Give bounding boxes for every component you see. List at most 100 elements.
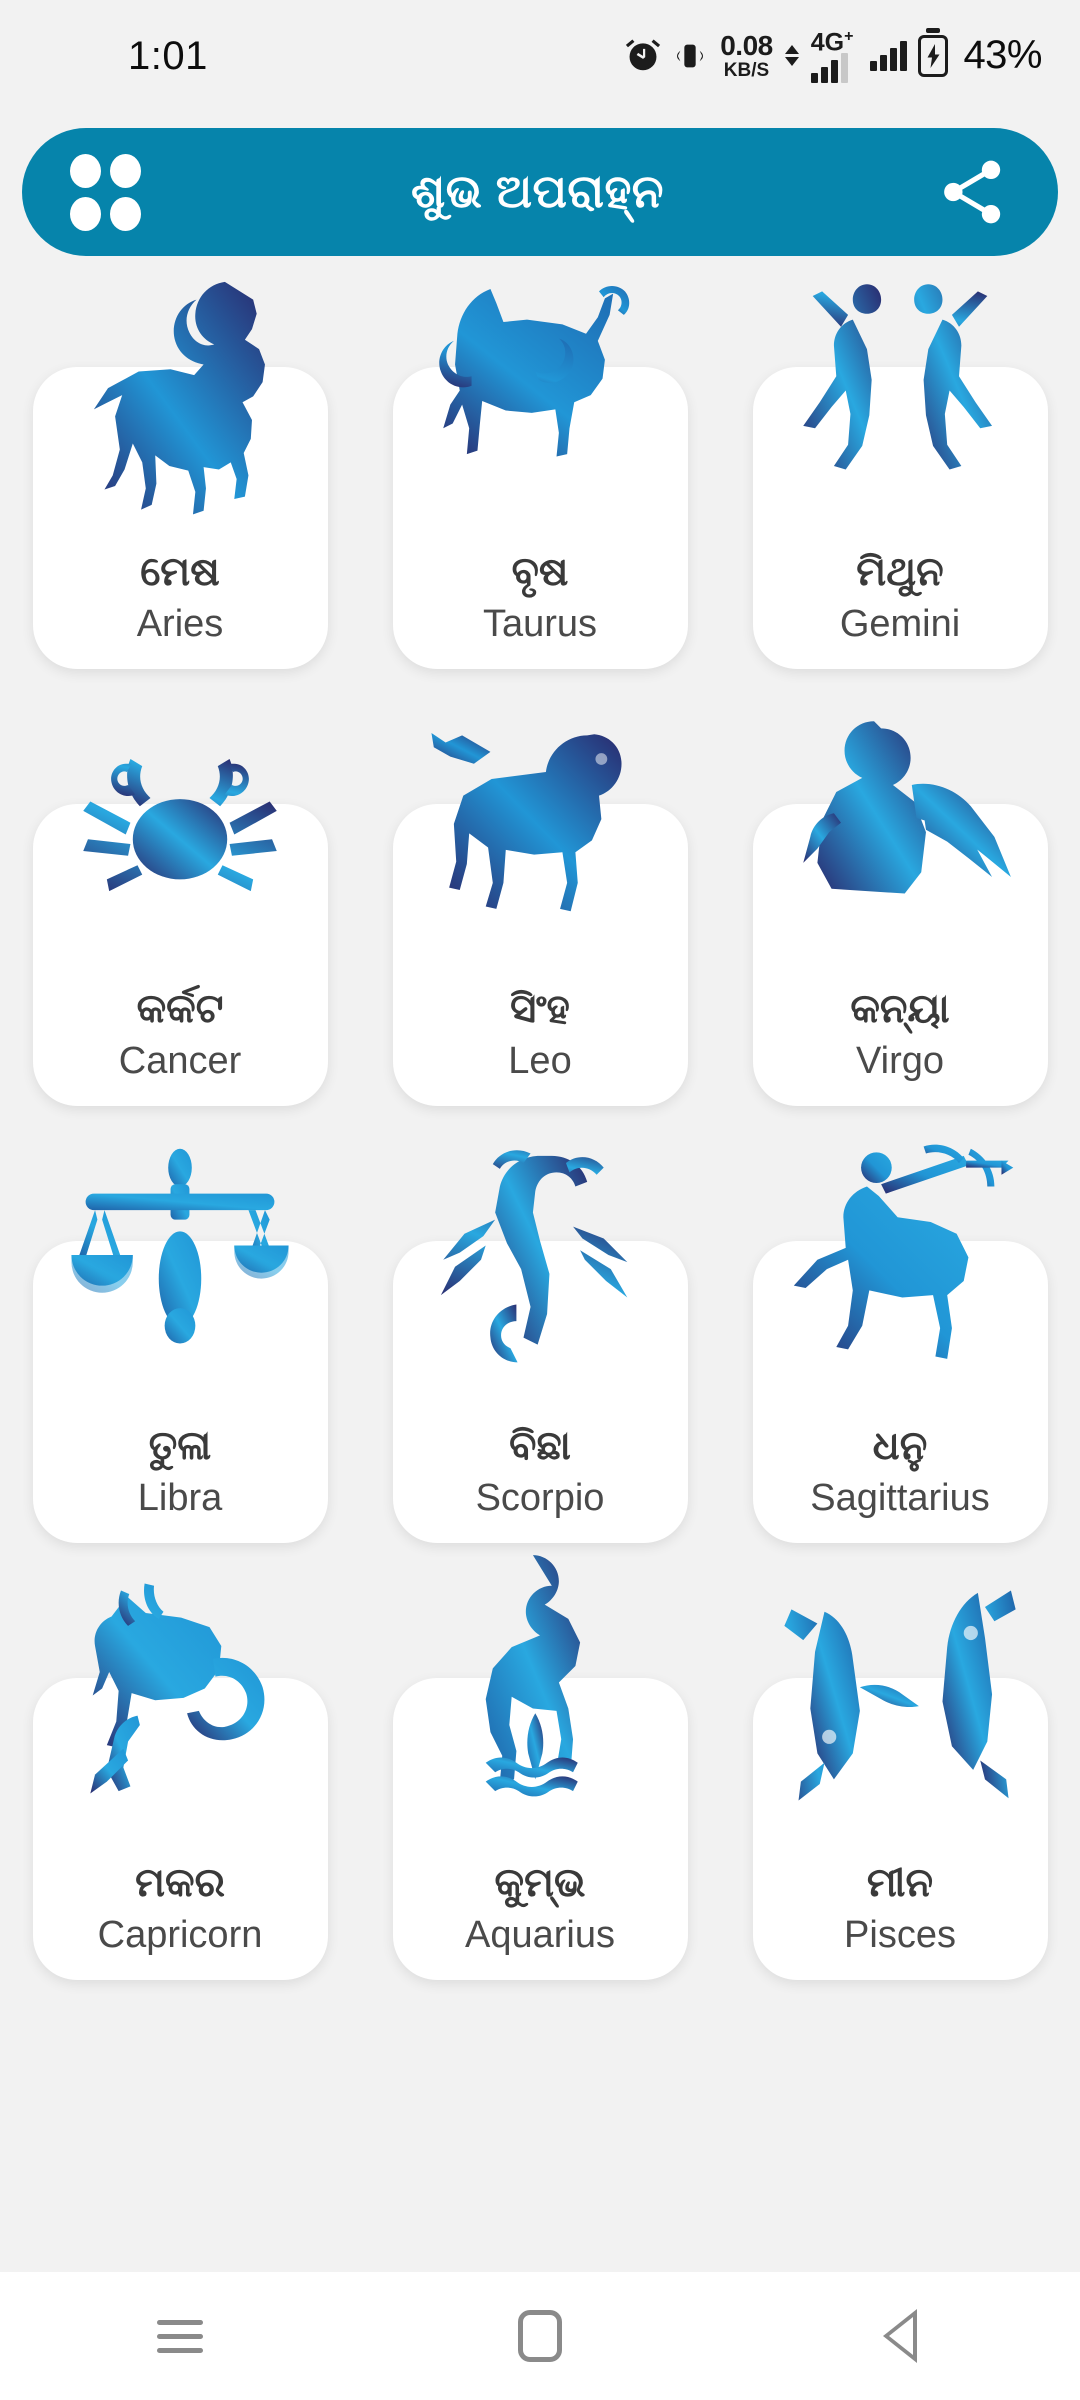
zodiac-name-english: Libra	[137, 1477, 223, 1520]
zodiac-cell: ଧନୁ Sagittarius	[720, 1142, 1080, 1579]
zodiac-card-taurus[interactable]: ବୃଷ Taurus	[392, 286, 688, 669]
zodiac-name-odia: ସିଂହ	[510, 987, 570, 1032]
zodiac-name-english: Sagittarius	[810, 1477, 990, 1520]
app-bar: ଶୁଭ ଅପରାହ୍ନ	[22, 128, 1058, 256]
zodiac-name-english: Taurus	[482, 603, 598, 646]
zodiac-cell: କନ୍ୟା Virgo	[720, 705, 1080, 1142]
zodiac-name-odia: କର୍କଟ	[136, 987, 224, 1032]
recents-line-2	[157, 2333, 203, 2339]
grid-dot-3	[70, 196, 101, 231]
vibrate-icon	[673, 39, 707, 73]
data-arrows-icon	[784, 45, 799, 67]
zodiac-cell: କର୍କଟ Cancer	[0, 705, 360, 1142]
zodiac-card-leo[interactable]: ସିଂହ Leo	[392, 733, 688, 1106]
zodiac-name-english: Leo	[508, 1040, 572, 1083]
zodiac-name-english: Aquarius	[465, 1914, 615, 1957]
zodiac-name-odia: ମୀନ	[866, 1861, 934, 1906]
signal-bar-2	[820, 67, 828, 84]
arrow-up-icon	[784, 45, 799, 55]
nav-home-button[interactable]	[465, 2272, 615, 2400]
zodiac-card-gemini[interactable]: ମିଥୁନ Gemini	[752, 284, 1048, 669]
zodiac-name-odia: ତୁଳା	[148, 1424, 212, 1469]
zodiac-name-odia: କନ୍ୟା	[850, 987, 950, 1032]
zodiac-card-capricorn[interactable]: ମକର Capricorn	[32, 1583, 328, 1980]
zodiac-name-english: Gemini	[839, 603, 961, 646]
signal2-bar-3	[890, 47, 898, 71]
signal-bar-1	[810, 73, 818, 84]
zodiac-card-libra[interactable]: ତୁଳା Libra	[32, 1148, 328, 1543]
zodiac-cell: ତୁଳା Libra	[0, 1142, 360, 1579]
zodiac-cell: ମୀନ Pisces	[720, 1579, 1080, 2016]
signal-bars-group	[810, 53, 848, 84]
zodiac-name-english: Virgo	[855, 1040, 945, 1083]
status-bar-indicators: 0.08 KB/S 4G+ 43%	[624, 27, 1042, 84]
zodiac-name-english: Cancer	[118, 1040, 242, 1083]
nav-recents-button[interactable]	[105, 2272, 255, 2400]
maiden-icon	[782, 700, 1018, 936]
zodiac-name-odia: ବିଛା	[509, 1424, 571, 1469]
fish-icon	[782, 1574, 1018, 1810]
alarm-icon	[624, 37, 662, 75]
phone-screen: 1:01 0.08 KB/S 4G+ 43% ଶୁଭ ଅପରାହ୍ନ ମେଷ A…	[0, 0, 1080, 2400]
zodiac-name-english: Pisces	[844, 1914, 956, 1957]
lion-icon	[422, 700, 658, 936]
scorpion-icon	[422, 1137, 658, 1373]
zodiac-name-english: Capricorn	[97, 1914, 263, 1957]
signal-bar-4	[840, 53, 848, 84]
zodiac-name-odia: କୁମ୍ଭ	[494, 1861, 586, 1906]
signal-bars-2-icon	[870, 40, 908, 71]
zodiac-card-aries[interactable]: ମେଷ Aries	[32, 281, 328, 669]
scales-icon	[62, 1137, 298, 1373]
waterbearer-icon	[422, 1555, 658, 1810]
network-speed-unit: KB/S	[723, 59, 770, 81]
recents-line-3	[157, 2347, 203, 2353]
crab-icon	[62, 700, 298, 936]
grid-dot-4	[110, 196, 141, 231]
zodiac-card-cancer[interactable]: କର୍କଟ Cancer	[32, 759, 328, 1106]
network-type-label: 4G+	[810, 27, 854, 57]
bull-icon	[422, 263, 658, 499]
zodiac-name-english: Scorpio	[475, 1477, 605, 1520]
data-transfer-icon: 0.08 KB/S	[720, 29, 773, 81]
zodiac-name-odia: ଧନୁ	[872, 1424, 928, 1469]
zodiac-card-scorpio[interactable]: ବିଛା Scorpio	[392, 1150, 688, 1543]
zodiac-card-sagittarius[interactable]: ଧନୁ Sagittarius	[752, 1144, 1048, 1543]
battery-percent-label: 43%	[963, 33, 1042, 78]
seagoat-icon	[62, 1574, 298, 1810]
signal2-bar-4	[900, 40, 908, 71]
signal2-bar-1	[870, 60, 878, 71]
zodiac-name-odia: ବୃଷ	[511, 550, 569, 595]
zodiac-cell: ବିଛା Scorpio	[360, 1142, 720, 1579]
nav-back-button[interactable]	[825, 2272, 975, 2400]
zodiac-card-virgo[interactable]: କନ୍ୟା Virgo	[752, 721, 1048, 1106]
zodiac-cell: ମିଥୁନ Gemini	[720, 268, 1080, 705]
recents-menu-icon	[157, 2319, 203, 2353]
android-nav-bar	[0, 2272, 1080, 2400]
signal2-bar-2	[880, 54, 888, 71]
signal-bars-icon: 4G+	[810, 27, 854, 84]
zodiac-cell: କୁମ୍ଭ Aquarius	[360, 1555, 720, 2016]
zodiac-name-odia: ମେଷ	[140, 550, 220, 595]
status-bar-clock: 1:01	[128, 33, 208, 78]
zodiac-card-pisces[interactable]: ମୀନ Pisces	[752, 1590, 1048, 1980]
ram-icon	[62, 263, 298, 515]
zodiac-name-english: Aries	[136, 603, 224, 646]
home-icon	[518, 2310, 562, 2362]
zodiac-cell: ସିଂହ Leo	[360, 705, 720, 1142]
grid-apps-icon[interactable]	[70, 153, 141, 231]
share-icon[interactable]	[934, 154, 1010, 230]
arrow-down-icon	[784, 57, 799, 67]
zodiac-name-odia: ମିଥୁନ	[856, 550, 944, 595]
back-arrow-icon	[883, 2309, 917, 2363]
zodiac-cell: ମକର Capricorn	[0, 1579, 360, 2016]
recents-line-1	[157, 2319, 203, 2325]
archer-icon	[782, 1137, 1018, 1373]
zodiac-grid: ମେଷ Aries ବୃଷ Taurus ମିଥୁନ Gemini କର୍କଟ …	[0, 268, 1080, 2016]
zodiac-card-aquarius[interactable]: କୁମ୍ଭ Aquarius	[392, 1555, 688, 1980]
zodiac-name-odia: ମକର	[135, 1861, 225, 1906]
signal-bar-3	[830, 60, 838, 84]
battery-charging-icon	[918, 34, 949, 77]
network-speed-value: 0.08	[720, 29, 773, 61]
status-bar: 1:01 0.08 KB/S 4G+ 43%	[0, 0, 1080, 112]
twins-icon	[782, 263, 1018, 499]
